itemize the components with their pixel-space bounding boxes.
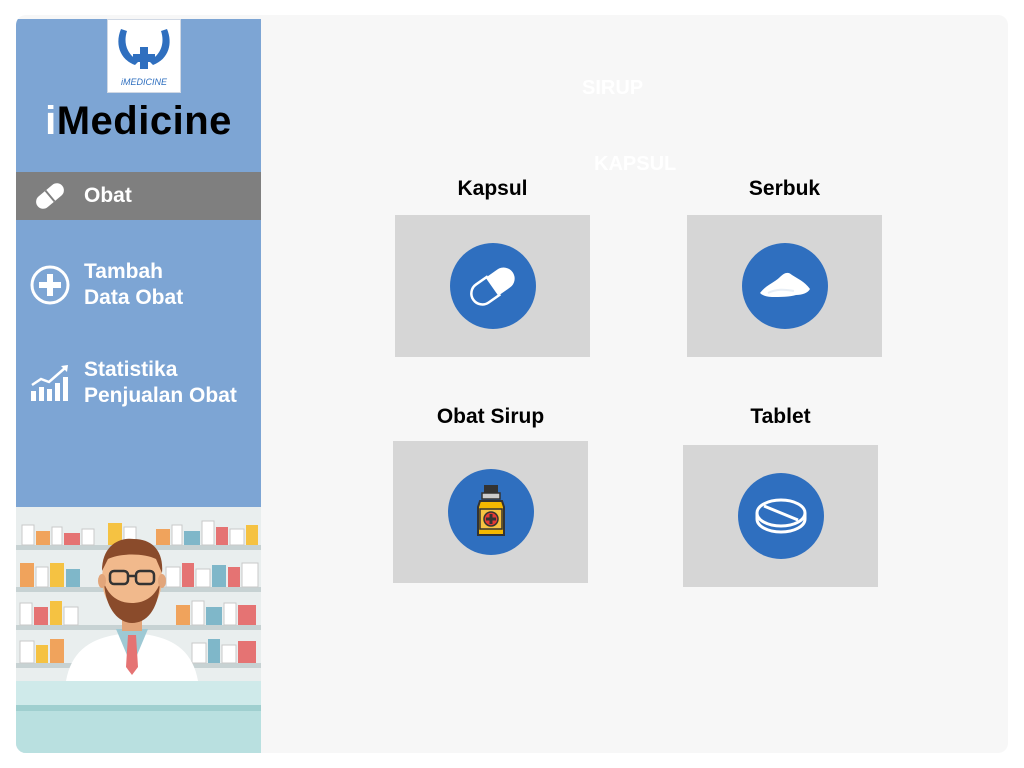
pill-icon	[28, 174, 72, 218]
app-logo: iMEDICINE	[107, 19, 181, 93]
sidebar: iMEDICINE iMedicine Obat Tambah Data Oba…	[16, 19, 261, 753]
sidebar-item-label: Statistika Penjualan Obat	[84, 358, 237, 407]
logo-hands-icon: iMEDICINE	[118, 29, 170, 87]
capsule-icon	[449, 243, 536, 329]
kapsul-button[interactable]	[395, 215, 590, 357]
obat-sirup-button[interactable]	[393, 441, 588, 583]
powder-icon	[741, 243, 828, 329]
sidebar-item-obat[interactable]: Obat	[16, 172, 261, 220]
ghost-text-kapsul: KAPSUL	[594, 153, 677, 175]
sidebar-item-tambah-data-obat[interactable]: Tambah Data Obat	[16, 257, 261, 313]
category-kapsul: Kapsul	[395, 177, 590, 357]
ghost-text-sirup: SIRUP	[582, 77, 644, 99]
category-obat-sirup: Obat Sirup	[393, 405, 588, 585]
chart-icon	[28, 361, 72, 405]
tablet-button[interactable]	[683, 445, 878, 587]
category-title: Kapsul	[457, 177, 528, 200]
app-title: iMedicine	[16, 99, 261, 144]
app-title-rest: Medicine	[56, 99, 232, 143]
app-title-i: i	[45, 99, 57, 143]
plus-circle-icon	[28, 263, 72, 307]
sidebar-item-label: Obat	[84, 184, 132, 207]
category-title: Tablet	[750, 405, 811, 428]
category-tablet: Tablet	[683, 405, 878, 589]
serbuk-button[interactable]	[687, 215, 882, 357]
sidebar-item-statistika[interactable]: Statistika Penjualan Obat	[16, 355, 261, 411]
logo-text: iMEDICINE	[121, 77, 168, 87]
category-title: Obat Sirup	[436, 405, 545, 428]
app-window: iMEDICINE iMedicine Obat Tambah Data Oba…	[16, 15, 1008, 753]
pharmacist-illustration	[16, 507, 261, 753]
category-title: Serbuk	[748, 177, 821, 200]
category-serbuk: Serbuk	[687, 177, 882, 357]
syrup-bottle-icon	[447, 469, 534, 555]
tablet-icon	[737, 473, 824, 559]
sidebar-item-label: Tambah Data Obat	[84, 260, 184, 309]
